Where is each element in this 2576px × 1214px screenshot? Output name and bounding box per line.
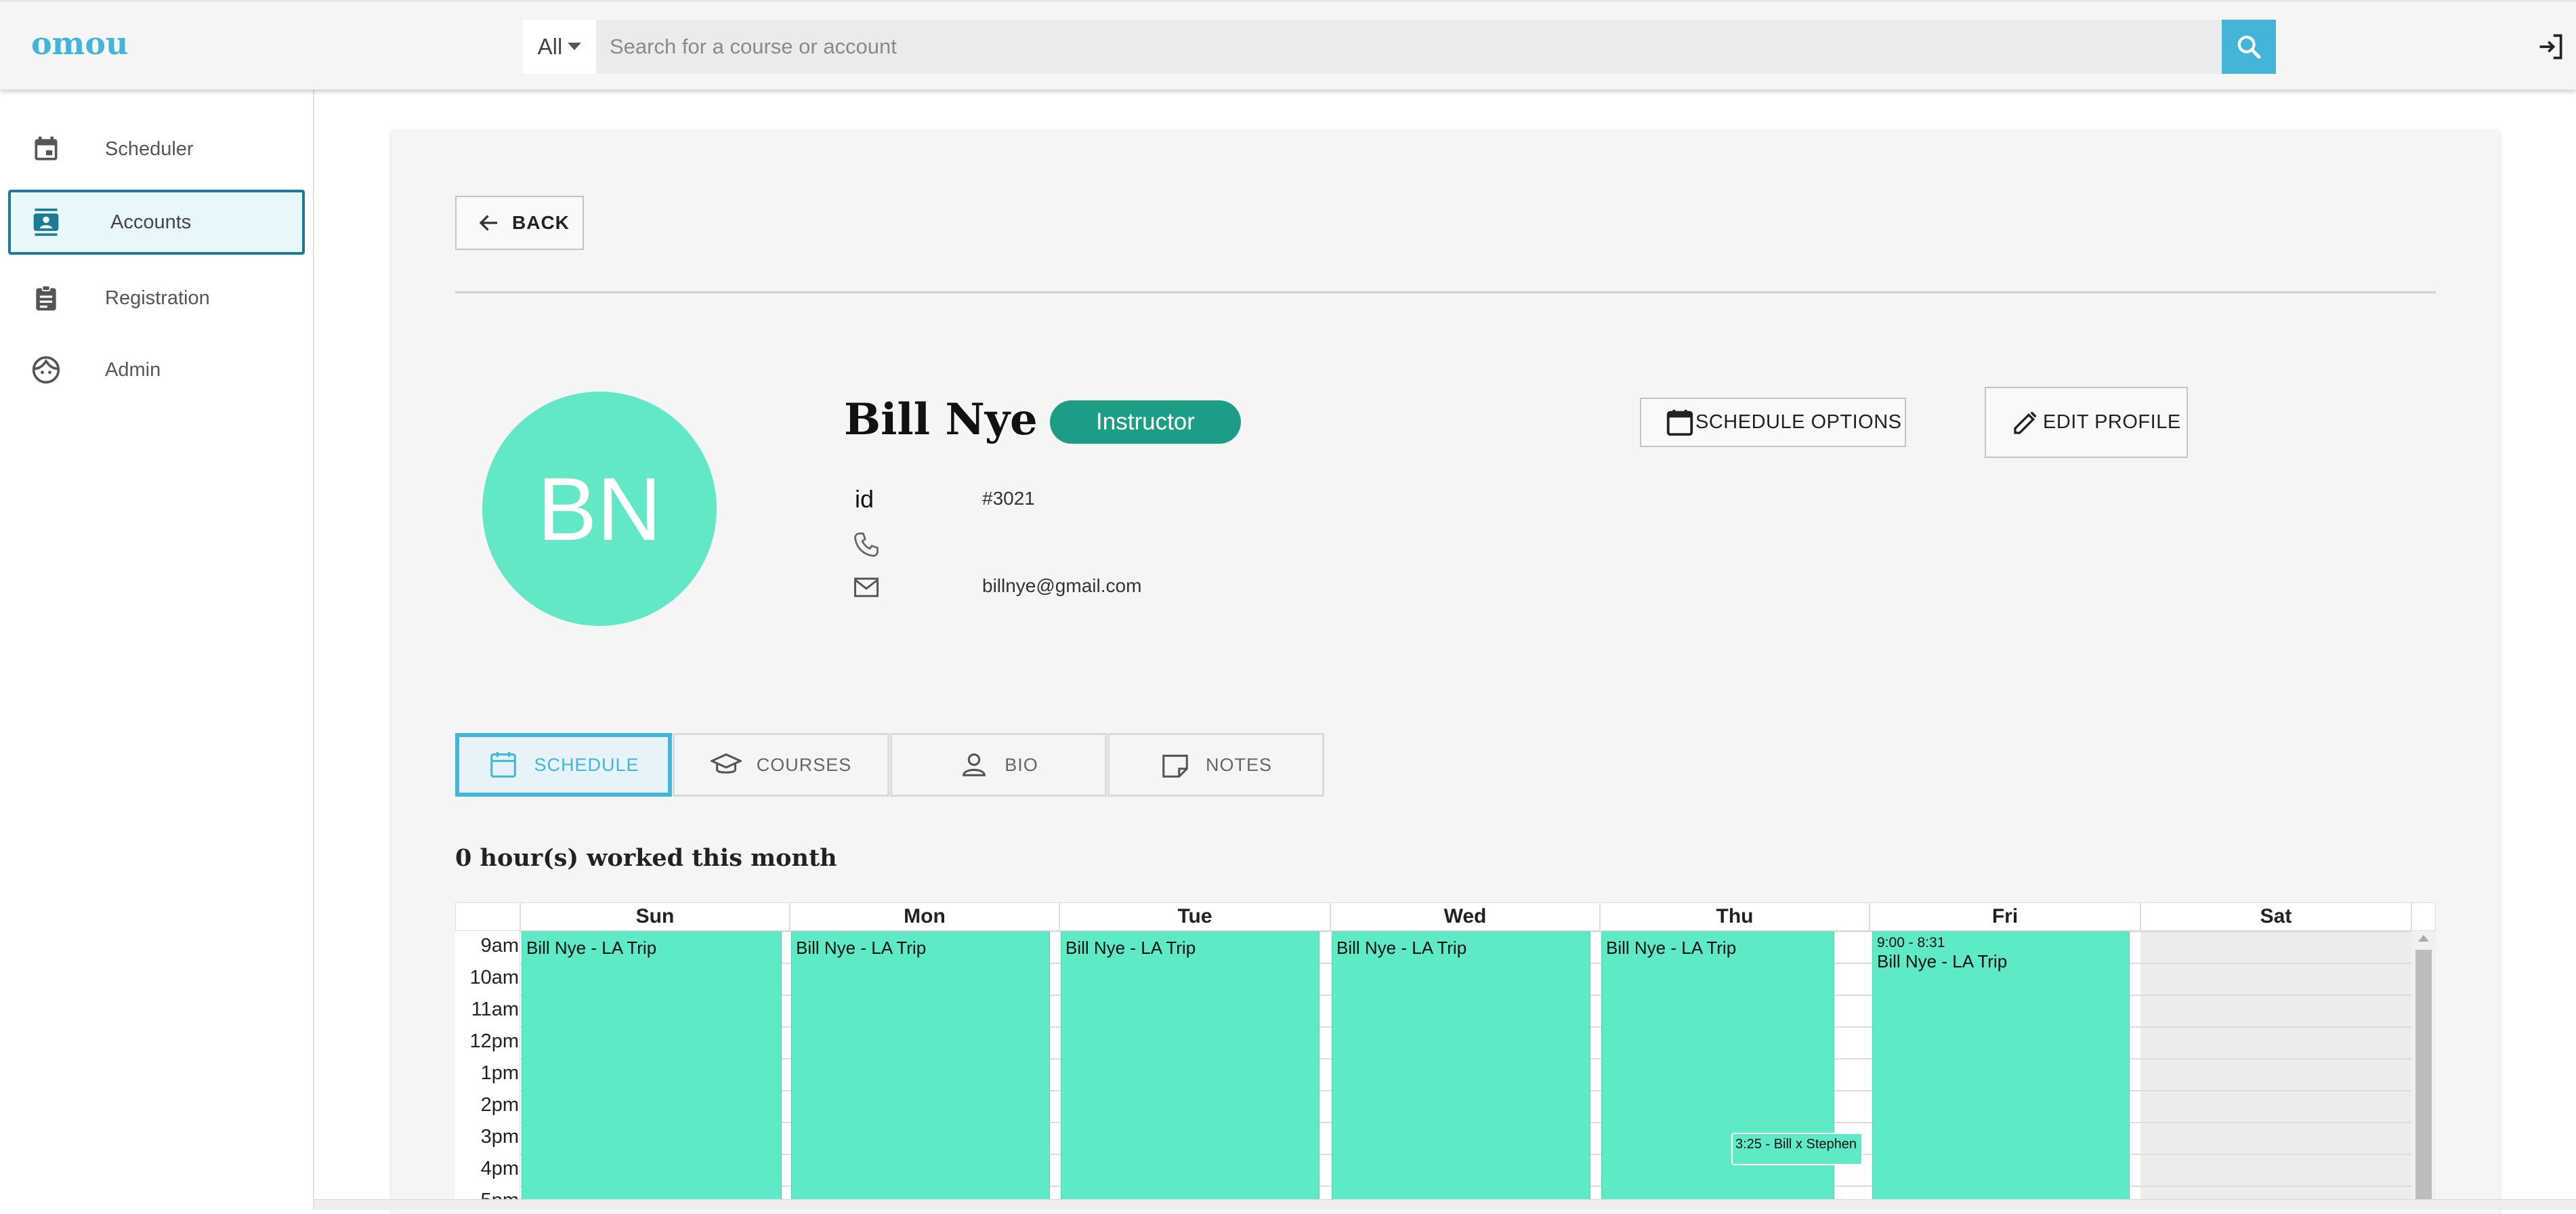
sidebar-item-registration[interactable]: Registration <box>8 266 305 331</box>
time-label: 3pm <box>480 1126 519 1148</box>
profile-name: Bill Nye <box>844 394 1038 445</box>
event-title: Bill Nye - LA Trip <box>1606 938 1737 958</box>
day-header-mon: Mon <box>790 902 1059 931</box>
app-logo[interactable]: omou <box>31 25 128 62</box>
sidebar-item-scheduler[interactable]: Scheduler <box>8 117 305 182</box>
calendar-icon <box>35 136 58 161</box>
email-icon <box>854 577 879 598</box>
schedule-options-label: SCHEDULE OPTIONS <box>1695 411 1902 433</box>
tab-label: NOTES <box>1205 754 1272 775</box>
tab-label: COURSES <box>756 754 852 775</box>
scrollbar-thumb[interactable] <box>2415 950 2432 1200</box>
email-value: billnye@gmail.com <box>982 575 1142 596</box>
sidebar-item-admin[interactable]: Admin <box>8 337 305 402</box>
graduation-cap-icon <box>710 753 742 774</box>
sidebar: Scheduler Accounts Registration Admin <box>0 89 314 1209</box>
edit-profile-label: EDIT PROFILE <box>2043 411 2181 433</box>
sidebar-item-label: Scheduler <box>105 138 194 160</box>
saturday-column <box>2140 931 2411 1200</box>
week-calendar: Sun Mon Tue Wed Thu Fri Sat 9am 10am 11a… <box>455 902 2436 1200</box>
divider <box>455 291 2436 293</box>
calendar-event[interactable]: Bill Nye - LA Trip <box>791 932 1050 1200</box>
back-button[interactable]: BACK <box>455 196 584 250</box>
event-time: 9:00 - 8:31 <box>1877 935 1945 950</box>
time-label: 2pm <box>480 1094 519 1116</box>
schedule-options-button[interactable]: SCHEDULE OPTIONS <box>1640 398 1906 447</box>
day-header-tue: Tue <box>1059 902 1330 931</box>
id-label: id <box>855 485 874 513</box>
time-label: 4pm <box>480 1158 519 1179</box>
time-label: 9am <box>480 935 519 957</box>
avatar-initials: BN <box>537 459 662 559</box>
sidebar-item-label: Registration <box>105 287 210 309</box>
edit-profile-button[interactable]: EDIT PROFILE <box>1985 387 2188 458</box>
tab-notes[interactable]: NOTES <box>1107 733 1324 797</box>
person-icon <box>963 753 986 776</box>
calendar-corner <box>455 902 520 931</box>
calendar-icon <box>1666 409 1693 436</box>
arrow-left-icon <box>479 215 497 231</box>
calendar-event-small[interactable]: 3:25 - Bill x Stephen <box>1731 1133 1863 1165</box>
day-header-wed: Wed <box>1330 902 1600 931</box>
calendar-scrollbar[interactable] <box>2411 931 2436 1200</box>
search-icon <box>2237 35 2261 59</box>
search-button[interactable] <box>2222 20 2276 74</box>
avatar: BN <box>482 392 717 626</box>
calendar-event[interactable]: 9:00 - 8:31 Bill Nye - LA Trip <box>1872 932 2130 1200</box>
calendar-header-spacer <box>2411 902 2436 931</box>
scroll-up-icon[interactable] <box>2418 935 2429 942</box>
calendar-icon <box>490 751 517 778</box>
time-label: 11am <box>471 999 519 1020</box>
day-header-thu: Thu <box>1600 902 1870 931</box>
sidebar-item-label: Admin <box>105 358 161 381</box>
id-value: #3021 <box>982 488 1035 509</box>
note-icon <box>1162 755 1188 778</box>
sidebar-item-label: Accounts <box>110 211 192 233</box>
tab-label: BIO <box>1005 754 1038 775</box>
event-title: Bill Nye - LA Trip <box>1877 951 2008 971</box>
top-bar: omou All <box>0 0 2576 89</box>
calendar-event[interactable]: Bill Nye - LA Trip <box>522 932 782 1200</box>
search-scope-select[interactable]: All <box>523 20 596 74</box>
logout-icon[interactable] <box>2536 32 2566 62</box>
day-header-sun: Sun <box>520 902 790 931</box>
role-badge: Instructor <box>1050 400 1241 444</box>
tab-label: SCHEDULE <box>534 754 639 775</box>
event-title: Bill Nye - LA Trip <box>796 938 927 958</box>
day-header-fri: Fri <box>1870 902 2140 931</box>
clipboard-icon <box>36 285 56 311</box>
phone-icon <box>854 532 879 557</box>
face-icon <box>32 356 60 384</box>
sidebar-item-accounts[interactable]: Accounts <box>8 190 305 255</box>
tab-bio[interactable]: BIO <box>890 733 1107 797</box>
time-label: 12pm <box>469 1030 519 1052</box>
search-input[interactable] <box>596 20 2222 74</box>
event-title: Bill Nye - LA Trip <box>1065 938 1196 958</box>
event-title: Bill Nye - LA Trip <box>526 938 657 958</box>
time-label: 1pm <box>480 1062 519 1084</box>
day-header-sat: Sat <box>2140 902 2411 931</box>
tab-courses[interactable]: COURSES <box>673 733 889 797</box>
time-label: 10am <box>469 967 519 988</box>
pencil-icon <box>2014 411 2037 434</box>
hours-summary: 0 hour(s) worked this month <box>455 844 837 872</box>
calendar-event[interactable]: Bill Nye - LA Trip <box>1332 932 1590 1200</box>
search-scope-value: All <box>537 34 563 59</box>
event-title: Bill Nye - LA Trip <box>1336 938 1467 958</box>
page-horizontal-scrollbar[interactable] <box>314 1199 2576 1210</box>
back-button-label: BACK <box>512 212 570 233</box>
tab-schedule[interactable]: SCHEDULE <box>455 733 672 797</box>
caret-down-icon <box>568 43 582 50</box>
calendar-event[interactable]: Bill Nye - LA Trip <box>1061 932 1319 1200</box>
contacts-icon <box>33 208 59 236</box>
